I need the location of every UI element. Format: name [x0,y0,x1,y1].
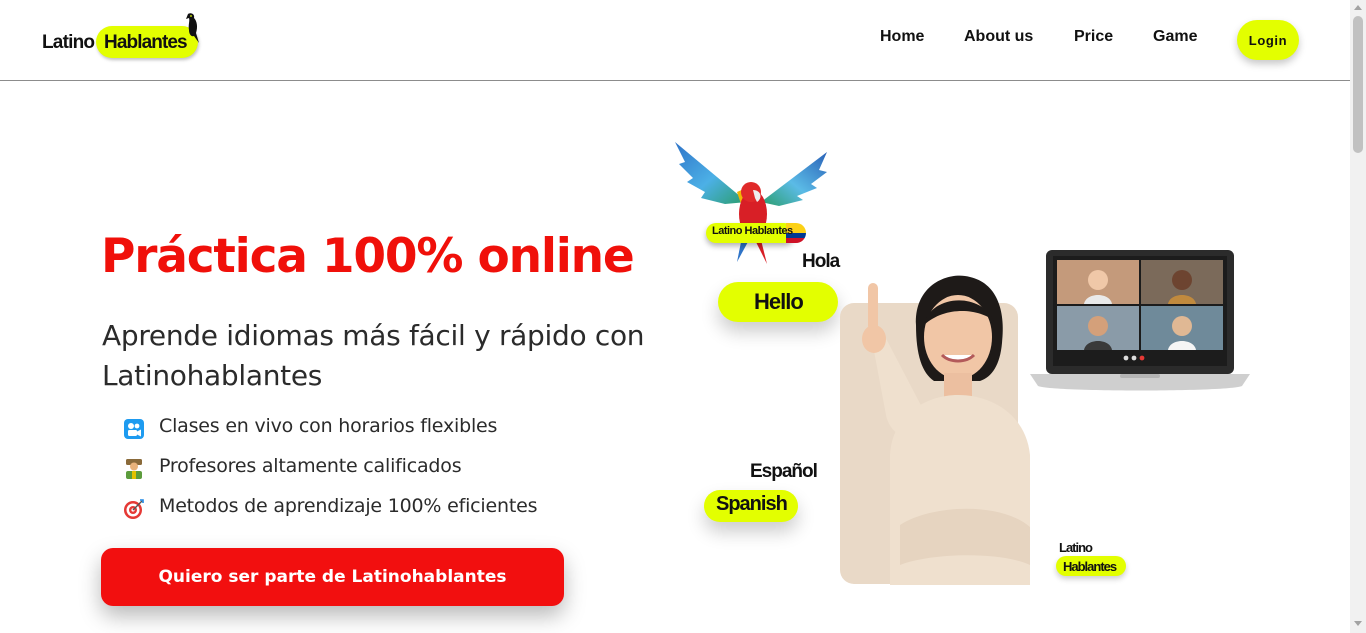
feature-text: Clases en vivo con horarios flexibles [159,415,498,437]
nav-price[interactable]: Price [1074,28,1113,46]
hero-illustration: Latino Hablantes Hola Hello Español Span [670,120,1310,633]
scroll-down-icon[interactable] [1354,621,1362,626]
nav-game[interactable]: Game [1153,28,1197,46]
small-logo-latino: Latino [1059,540,1093,555]
feature-text: Profesores altamente calificados [159,455,462,477]
feature-text: Metodos de aprendizaje 100% eficientes [159,495,538,517]
nav-home[interactable]: Home [880,28,924,46]
video-camera-icon [124,419,144,439]
login-button[interactable]: Login [1237,20,1299,60]
bird-icon [186,13,199,44]
word-hello: Hello [754,289,804,314]
site-logo[interactable]: Latino Hablantes [40,13,205,64]
woman-photo [862,275,1030,585]
teacher-icon [126,459,142,479]
join-cta-button[interactable]: Quiero ser parte de Latinohablantes [101,548,564,606]
site-header: Latino Hablantes Home About us Price Gam… [0,0,1350,81]
hero-title: Práctica 100% online [101,229,635,284]
parrot-badge-text: Latino Hablantes [712,225,793,237]
small-logo-hablantes: Hablantes [1063,559,1117,574]
page-scrollbar[interactable] [1350,0,1366,633]
scroll-thumb[interactable] [1353,16,1363,153]
logo-text-hablantes: Hablantes [104,32,188,53]
hero-subtitle: Aprende idiomas más fácil y rápido con L… [102,319,645,392]
scroll-up-icon[interactable] [1354,5,1362,10]
word-espanol: Español [750,461,818,482]
word-spanish: Spanish [716,493,788,515]
parrot-image [675,142,827,264]
laptop-video-call-image [1030,250,1250,391]
nav-about-us[interactable]: About us [964,28,1033,46]
target-icon [124,499,144,519]
logo-text-latino: Latino [42,32,95,53]
